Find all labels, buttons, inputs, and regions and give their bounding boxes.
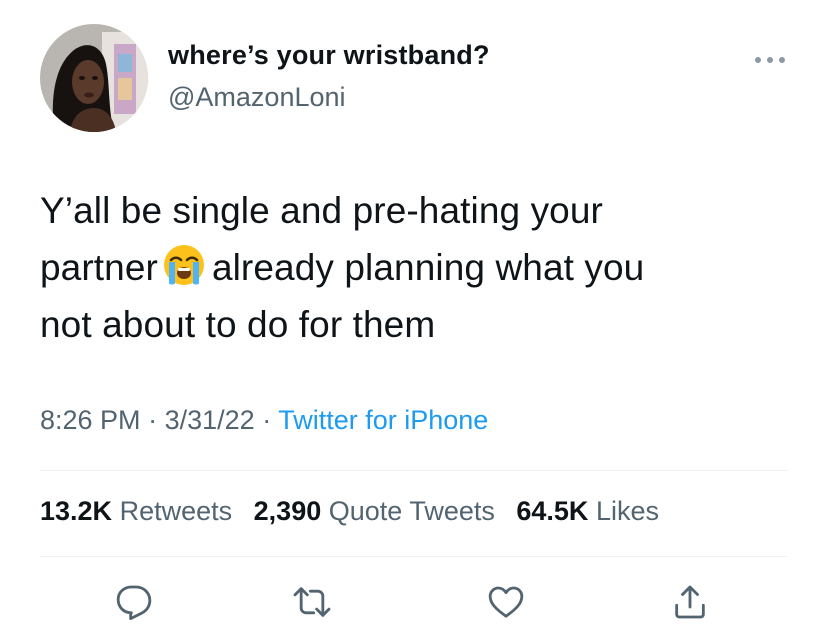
retweet-icon[interactable] xyxy=(292,582,332,622)
likes-stat[interactable]: 64.5K Likes xyxy=(516,496,659,526)
reply-icon[interactable] xyxy=(114,582,154,622)
quote-tweets-stat[interactable]: 2,390 Quote Tweets xyxy=(254,496,495,526)
retweets-label: Retweets xyxy=(119,496,233,526)
tweet-text-line-2: partner already planning what you xyxy=(40,239,800,296)
quote-tweets-label: Quote Tweets xyxy=(328,496,495,526)
tweet-source-link[interactable]: Twitter for iPhone xyxy=(278,405,488,435)
divider xyxy=(40,556,788,557)
tweet-time[interactable]: 8:26 PM xyxy=(40,405,141,435)
retweets-count: 13.2K xyxy=(40,496,113,526)
tweet-text: Y’all be single and pre-hating your part… xyxy=(40,182,800,353)
avatar[interactable] xyxy=(40,24,148,132)
meta-separator: · xyxy=(262,405,272,435)
tweet: where’s your wristband? @AmazonLoni Y’al… xyxy=(0,0,828,639)
tweet-text-line-3: not about to do for them xyxy=(40,304,436,345)
user-handle[interactable]: @AmazonLoni xyxy=(168,82,346,113)
tweet-text-fragment: partner xyxy=(40,247,158,288)
retweets-stat[interactable]: 13.2K Retweets xyxy=(40,496,232,526)
tweet-text-line-1: Y’all be single and pre-hating your xyxy=(40,190,603,231)
more-options-icon[interactable] xyxy=(750,52,790,68)
tweet-stats: 13.2K Retweets 2,390 Quote Tweets 64.5K … xyxy=(40,496,673,527)
tweet-text-fragment: already planning what you xyxy=(211,247,645,288)
quote-tweets-count: 2,390 xyxy=(253,496,322,526)
like-icon[interactable] xyxy=(486,582,526,622)
tweet-meta: 8:26 PM · 3/31/22 · Twitter for iPhone xyxy=(40,405,488,436)
meta-separator: · xyxy=(148,405,158,435)
likes-label: Likes xyxy=(595,496,659,526)
share-icon[interactable] xyxy=(670,582,710,622)
tweet-date[interactable]: 3/31/22 xyxy=(165,405,255,435)
loudly-crying-face-icon xyxy=(162,243,206,287)
divider xyxy=(40,470,788,471)
display-name[interactable]: where’s your wristband? xyxy=(168,40,490,71)
likes-count: 64.5K xyxy=(516,496,589,526)
